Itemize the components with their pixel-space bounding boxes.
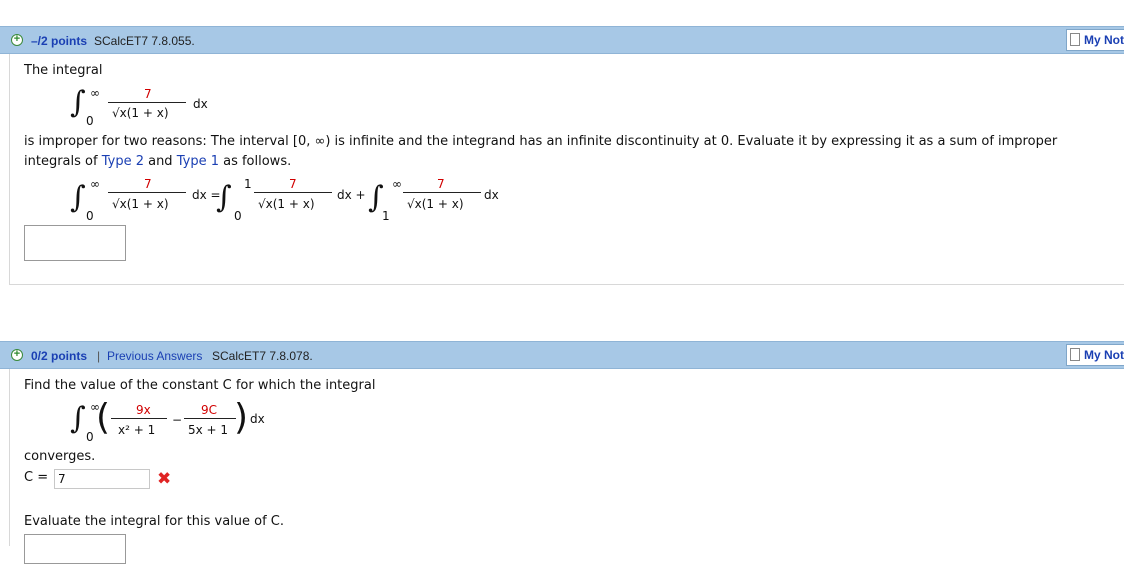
q1-header: + –/2 points SCalcET7 7.8.055. My Not xyxy=(0,26,1124,54)
evaluate-text: Evaluate the integral for this value of … xyxy=(24,514,285,529)
integral-sign: ∫ xyxy=(216,180,232,215)
integral-sign: ∫ xyxy=(70,85,86,120)
minus: − xyxy=(172,413,183,427)
converges-text: converges. xyxy=(24,449,96,464)
integral-sign: ∫ xyxy=(70,180,86,215)
upper-limit: ∞ xyxy=(90,86,100,100)
lower-limit: 0 xyxy=(86,209,94,223)
lower-limit: 0 xyxy=(234,209,242,223)
q1-body xyxy=(9,54,1124,285)
numerator-2: 9C xyxy=(201,403,218,417)
dx: dx xyxy=(484,188,499,202)
fraction-bar xyxy=(403,192,481,193)
numerator: 7 xyxy=(144,177,152,191)
upper-limit: 1 xyxy=(244,177,252,191)
q2-intro: Find the value of the constant C for whi… xyxy=(24,378,376,393)
answer-input[interactable] xyxy=(24,534,126,564)
upper-limit: ∞ xyxy=(392,177,402,191)
q2-code: SCalcET7 7.8.078. xyxy=(212,349,313,363)
left-paren: ( xyxy=(96,397,111,438)
fraction-bar xyxy=(184,418,236,419)
q1-intro: The integral xyxy=(24,63,103,78)
expand-icon[interactable]: + xyxy=(11,349,23,361)
q2-points: 0/2 points xyxy=(31,349,88,363)
previous-answers-link[interactable]: Previous Answers xyxy=(107,349,202,363)
type2-link[interactable]: Type 2 xyxy=(102,154,144,169)
note-icon xyxy=(1070,348,1080,361)
q1-text-line1: is improper for two reasons: The interva… xyxy=(24,134,1058,149)
denominator: √x(1 + x) xyxy=(258,197,315,211)
my-notes-button[interactable]: My Not xyxy=(1066,344,1124,366)
numerator: 7 xyxy=(437,177,445,191)
x-mark-icon: ✖ xyxy=(157,469,172,489)
lower-limit: 0 xyxy=(86,430,94,444)
plus: dx + xyxy=(337,188,366,202)
integral-sign: ∫ xyxy=(70,401,86,436)
right-paren: ) xyxy=(234,397,249,438)
separator: | xyxy=(97,349,101,363)
c-label: C = xyxy=(24,470,49,485)
fraction-bar xyxy=(108,192,186,193)
my-notes-button[interactable]: My Not xyxy=(1066,29,1124,51)
fraction-bar xyxy=(254,192,332,193)
denominator: √x(1 + x) xyxy=(112,106,169,120)
c-input[interactable]: 7 xyxy=(54,469,150,489)
denominator-2: 5x + 1 xyxy=(188,423,229,437)
denominator: √x(1 + x) xyxy=(112,197,169,211)
numerator: 7 xyxy=(289,177,297,191)
dx: dx xyxy=(250,412,265,426)
numerator: 7 xyxy=(144,87,152,101)
type1-link[interactable]: Type 1 xyxy=(177,154,219,169)
denominator-1: x² + 1 xyxy=(118,423,156,437)
numerator-1: 9x xyxy=(136,403,151,417)
fraction-bar xyxy=(111,418,167,419)
lower-limit: 0 xyxy=(86,114,94,128)
q2-header: + 0/2 points | Previous Answers SCalcET7… xyxy=(0,341,1124,369)
lower-limit: 1 xyxy=(382,209,390,223)
answer-input[interactable] xyxy=(24,225,126,261)
q1-code: SCalcET7 7.8.055. xyxy=(94,34,195,48)
fraction-bar xyxy=(108,102,186,103)
expand-icon[interactable]: + xyxy=(11,34,23,46)
q1-text-line2: integrals of Type 2 and Type 1 as follow… xyxy=(24,154,292,169)
denominator: √x(1 + x) xyxy=(407,197,464,211)
q1-points: –/2 points xyxy=(31,34,88,48)
note-icon xyxy=(1070,33,1080,46)
dx: dx xyxy=(193,97,208,111)
upper-limit: ∞ xyxy=(90,177,100,191)
